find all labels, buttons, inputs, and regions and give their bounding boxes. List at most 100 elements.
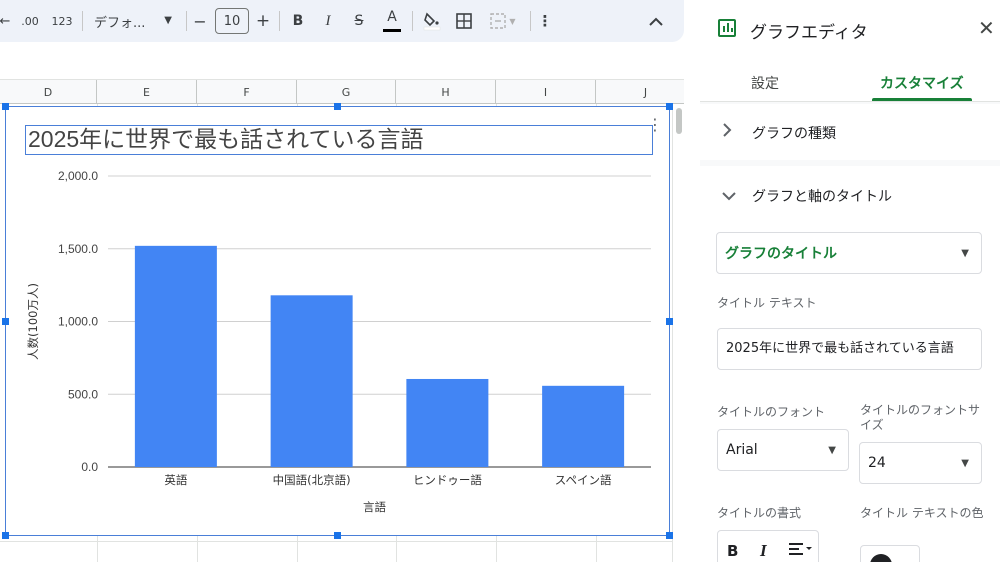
divider xyxy=(412,11,413,31)
minus-icon: − xyxy=(193,11,207,31)
y-tick-label: 1,500.0 xyxy=(58,242,98,256)
strikethrough-button[interactable]: S xyxy=(348,9,370,33)
scrollbar-thumb[interactable] xyxy=(676,108,682,134)
vertical-scrollbar[interactable] xyxy=(672,104,684,562)
italic-button[interactable]: I xyxy=(317,9,339,33)
resize-handle[interactable] xyxy=(666,318,673,325)
text-color-button[interactable]: A xyxy=(380,9,404,33)
x-tick-label: 中国語(北京語) xyxy=(273,473,351,487)
vertical-dots-icon: ⋮ xyxy=(537,12,553,30)
more-options-button[interactable]: ⋮ xyxy=(535,9,555,33)
font-size-decrease-button[interactable]: − xyxy=(190,9,210,33)
chevron-down-icon xyxy=(722,186,736,205)
collapse-toolbar-button[interactable] xyxy=(645,9,667,33)
section-chart-type[interactable]: グラフの種類 xyxy=(700,104,1000,160)
toolbar: ← .00 123 デフォ... ▼ − 10 + B I S A ▼ ⋮ xyxy=(0,0,684,42)
y-tick-label: 500.0 xyxy=(68,387,98,401)
strikethrough-icon: S xyxy=(354,13,364,29)
formula-bar-area xyxy=(0,42,684,80)
title-align-button[interactable] xyxy=(788,541,814,561)
section-chart-axis-titles: グラフと軸のタイトル グラフのタイトル ▼ タイトル テキスト 2025年に世界… xyxy=(700,166,1000,562)
column-header-d[interactable]: D xyxy=(0,80,97,104)
spreadsheet-grid[interactable]: D E F G H I J 0.0 500.0 1,000.0 1,500.0 2,00… xyxy=(0,42,684,562)
divider xyxy=(279,11,280,31)
title-italic-button[interactable]: I xyxy=(760,541,767,561)
column-header-g[interactable]: G xyxy=(297,80,396,104)
bar xyxy=(270,295,353,467)
resize-handle[interactable] xyxy=(334,103,341,110)
x-tick-label: スペイン語 xyxy=(555,473,612,487)
resize-handle[interactable] xyxy=(666,103,673,110)
divider xyxy=(530,11,531,31)
resize-handle[interactable] xyxy=(334,532,341,539)
title-text-label: タイトル テキスト xyxy=(717,296,817,310)
title-color-label: タイトル テキストの色 xyxy=(860,506,984,520)
resize-handle[interactable] xyxy=(666,532,673,539)
section-header[interactable]: グラフと軸のタイトル xyxy=(700,166,1000,222)
dropdown-arrow-icon: ▼ xyxy=(164,15,172,26)
column-header-f[interactable]: F xyxy=(197,80,297,104)
chevron-up-icon xyxy=(649,17,663,26)
y-tick-label: 0.0 xyxy=(81,460,98,474)
fill-color-button[interactable] xyxy=(420,9,444,33)
y-tick-label: 2,000.0 xyxy=(58,169,98,183)
x-axis-title: 言語 xyxy=(363,500,386,514)
number-format-button[interactable]: 123 xyxy=(50,9,74,33)
title-format-label: タイトルの書式 xyxy=(717,506,802,520)
title-color-picker[interactable] xyxy=(860,545,920,562)
dropdown-arrow-icon: ▼ xyxy=(509,16,516,26)
column-header-e[interactable]: E xyxy=(97,80,197,104)
paint-bucket-icon xyxy=(423,12,441,31)
decrease-decimal-button[interactable]: ← xyxy=(0,9,10,33)
title-text-input[interactable]: 2025年に世界で最も話されている言語 xyxy=(717,328,982,370)
increase-decimal-button[interactable]: .00 xyxy=(18,9,42,33)
text-color-swatch xyxy=(383,29,401,32)
chart[interactable]: 0.0 500.0 1,000.0 1,500.0 2,000.0 英語 中国語(北京語) ヒ… xyxy=(5,106,670,536)
borders-button[interactable] xyxy=(452,9,476,33)
resize-handle[interactable] xyxy=(2,318,9,325)
column-header-j[interactable]: J xyxy=(596,80,684,104)
bar-chart-plot: 0.0 500.0 1,000.0 1,500.0 2,000.0 英語 中国語(北京語) ヒ… xyxy=(26,169,651,514)
font-select[interactable]: デフォ... ▼ xyxy=(88,9,180,33)
font-size-input[interactable]: 10 xyxy=(215,8,249,34)
resize-handle[interactable] xyxy=(2,532,9,539)
title-type-dropdown[interactable]: グラフのタイトル ▼ xyxy=(716,232,982,274)
bold-icon: B xyxy=(292,13,304,29)
close-button[interactable]: ✕ xyxy=(978,16,995,40)
title-font-value: Arial xyxy=(726,442,758,458)
active-tab-indicator xyxy=(872,98,972,101)
tab-settings[interactable]: 設定 xyxy=(751,73,779,93)
plus-icon: + xyxy=(255,11,271,31)
column-header-h[interactable]: H xyxy=(396,80,496,104)
bold-button[interactable]: B xyxy=(287,9,309,33)
title-font-label: タイトルのフォント xyxy=(717,405,826,419)
title-font-size-value: 24 xyxy=(868,455,886,471)
font-size-increase-button[interactable]: + xyxy=(253,9,273,33)
chart-title[interactable]: 2025年に世界で最も話されている言語 xyxy=(25,125,653,155)
editor-tabs: 設定 カスタマイズ xyxy=(700,58,1000,102)
column-header-i[interactable]: I xyxy=(496,80,596,104)
bar xyxy=(542,385,625,467)
title-font-size-dropdown[interactable]: 24 ▼ xyxy=(859,442,982,484)
x-tick-label: ヒンドゥー語 xyxy=(413,473,482,487)
gridline xyxy=(0,541,684,542)
panel-header: グラフエディタ ✕ xyxy=(700,0,1000,58)
merge-cells-button[interactable]: ▼ xyxy=(484,9,522,33)
title-format-toolbar: B I xyxy=(717,530,819,562)
resize-handle[interactable] xyxy=(2,103,9,110)
bar xyxy=(134,245,217,467)
vertical-dots-icon: ⋮ xyxy=(647,115,663,134)
divider xyxy=(82,11,83,31)
chevron-right-icon xyxy=(722,122,732,141)
section-chart-type-label: グラフの種類 xyxy=(752,126,836,142)
number-format-label: 123 xyxy=(51,14,73,28)
borders-icon xyxy=(456,13,472,29)
tab-customize[interactable]: カスタマイズ xyxy=(880,73,964,93)
font-size-value: 10 xyxy=(223,13,241,29)
title-bold-button[interactable]: B xyxy=(727,542,738,560)
color-swatch-black xyxy=(870,554,892,562)
bar-chart-icon xyxy=(718,19,736,37)
title-font-size-label: タイトルのフォントサイズ xyxy=(860,403,981,432)
title-font-dropdown[interactable]: Arial ▼ xyxy=(717,429,849,471)
chart-menu-button[interactable]: ⋮ xyxy=(647,115,663,134)
